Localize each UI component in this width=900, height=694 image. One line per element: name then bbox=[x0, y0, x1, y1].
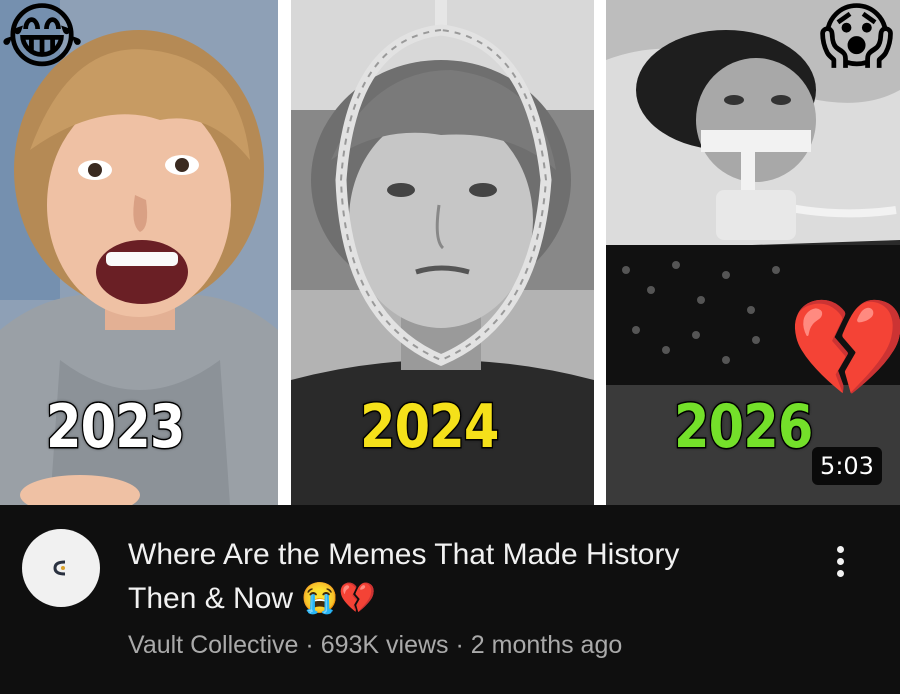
year-label-2024: 2024 bbox=[359, 391, 501, 464]
video-details: Where Are the Memes That Made History Th… bbox=[0, 505, 900, 694]
separator: · bbox=[305, 631, 314, 659]
video-title-line-2: Then & Now 😭💔 bbox=[128, 577, 788, 621]
channel-logo-icon bbox=[53, 560, 66, 576]
video-title-line-1: Where Are the Memes That Made History bbox=[128, 538, 680, 571]
laughing-emoji-icon: 😂 bbox=[0, 0, 85, 78]
video-title[interactable]: Where Are the Memes That Made History Th… bbox=[128, 533, 788, 621]
video-metadata: Vault Collective · 693K views · 2 months… bbox=[128, 629, 788, 661]
video-card[interactable]: 😂 😱 💔 2023 2024 2026 5:03 Where Are the … bbox=[0, 0, 900, 694]
title-emojis: 😭💔 bbox=[301, 582, 377, 615]
year-label-2023: 2023 bbox=[45, 391, 187, 464]
more-options-icon[interactable] bbox=[820, 537, 860, 585]
video-title-text-2: Then & Now bbox=[128, 582, 294, 615]
view-count: 693K views bbox=[320, 631, 449, 659]
dot bbox=[836, 569, 844, 577]
broken-heart-icon: 💔 bbox=[788, 292, 900, 404]
channel-avatar[interactable] bbox=[22, 529, 100, 607]
channel-name[interactable]: Vault Collective bbox=[128, 631, 298, 659]
shocked-emoji-icon: 😱 bbox=[819, 0, 895, 78]
duration-badge: 5:03 bbox=[812, 447, 882, 485]
year-label-2026: 2026 bbox=[673, 391, 815, 464]
dot bbox=[836, 557, 844, 565]
upload-age: 2 months ago bbox=[470, 631, 623, 659]
dot bbox=[836, 545, 844, 553]
separator: · bbox=[455, 631, 464, 659]
video-thumbnail[interactable]: 😂 😱 💔 2023 2024 2026 5:03 bbox=[0, 0, 900, 505]
